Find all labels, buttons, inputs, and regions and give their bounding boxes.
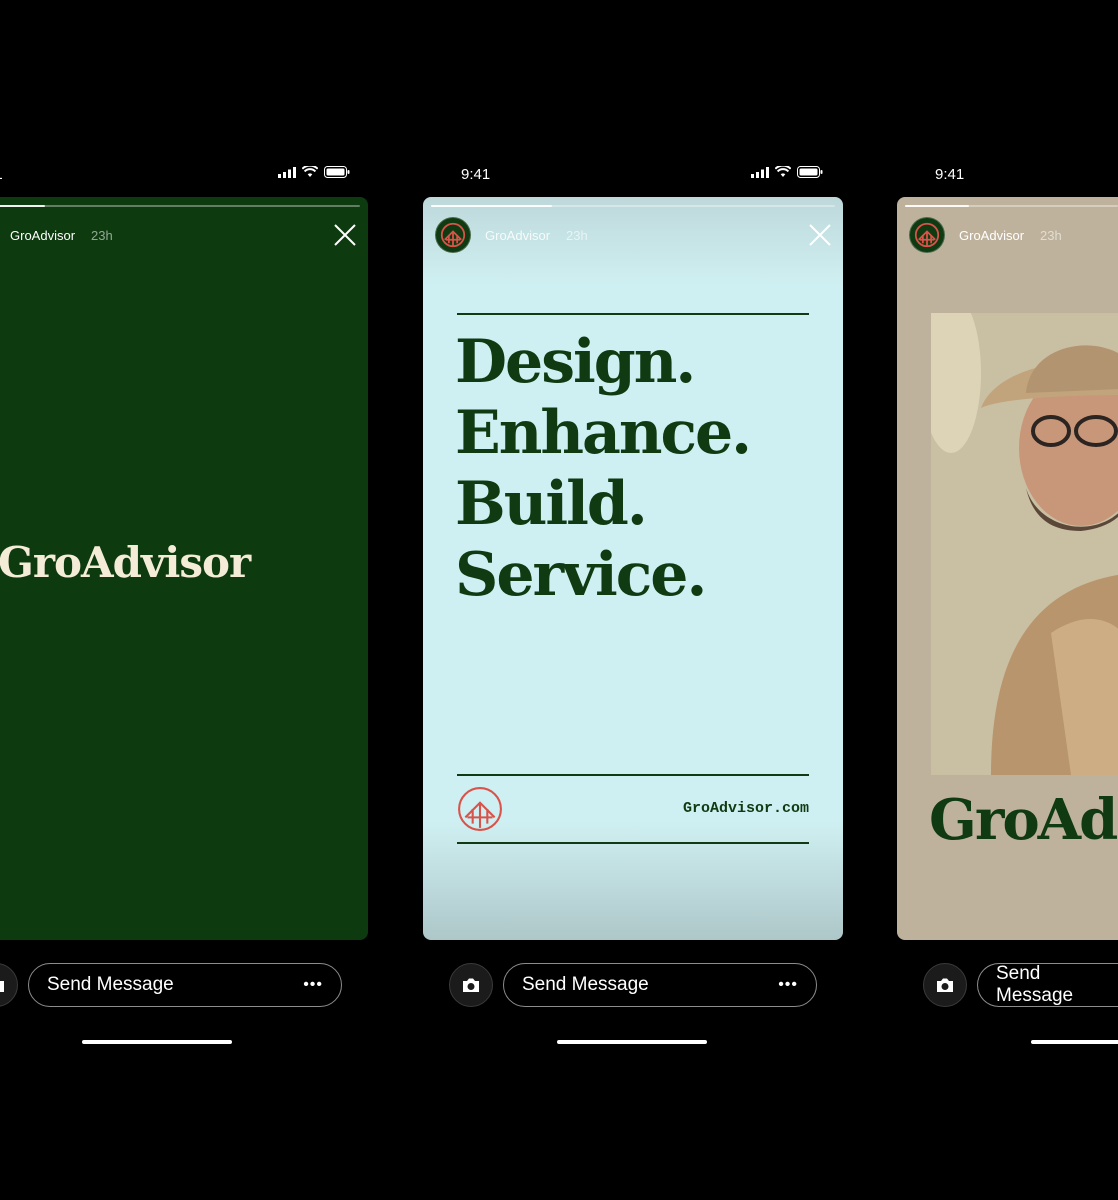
story-progress-fill (905, 205, 969, 207)
send-message-input[interactable]: Send Message ••• (503, 963, 817, 1007)
story-card[interactable]: GroAdvisor 23h GroAdvisor (0, 197, 368, 940)
portrait-photo (931, 313, 1118, 775)
cellular-signal-icon (751, 166, 769, 178)
send-message-placeholder: Send Message (522, 974, 649, 995)
headline-line: Enhance. (455, 398, 752, 468)
status-time: 9:41 (461, 166, 491, 183)
battery-icon (324, 166, 350, 178)
timestamp: 23h (91, 227, 113, 243)
website-url[interactable]: GroAdvisor.com (683, 800, 809, 817)
story-header: GroAdvisor 23h (0, 215, 358, 255)
brand-lockup: GroAdvisor (0, 538, 251, 587)
groadvisor-logo-icon (458, 787, 502, 831)
more-dots-icon[interactable]: ••• (778, 976, 798, 994)
story-header: GroAdvisor 23h (435, 215, 833, 255)
headline-line: Build. (455, 469, 648, 539)
story-progress-bar (431, 205, 835, 207)
story-card[interactable]: GroAdvisor 23h Design. Enhance. Build. S… (423, 197, 843, 940)
brand-wordmark: GroAd (929, 787, 1118, 853)
cellular-signal-icon (278, 166, 296, 178)
status-icons (751, 166, 823, 178)
headline: Design. Enhance. Build. Service. (455, 327, 752, 611)
portrait-illustration (931, 313, 1118, 775)
groadvisor-logo-icon (914, 222, 940, 248)
status-time: 9:41 (935, 166, 965, 183)
home-indicator (82, 1040, 232, 1044)
camera-button[interactable] (449, 963, 493, 1007)
divider-top (457, 313, 809, 315)
divider-bottom (457, 842, 809, 844)
camera-icon (0, 981, 4, 992)
divider-middle (457, 774, 809, 776)
wifi-icon (302, 166, 318, 177)
more-dots-icon[interactable]: ••• (303, 976, 323, 994)
phone-3: 9:41 GroAdvisor 23h GroAd Send Message (897, 0, 1118, 1200)
message-bar: Send Message ••• (423, 963, 843, 1009)
story-progress-bar (0, 205, 360, 207)
groadvisor-logo-icon (440, 222, 466, 248)
avatar[interactable] (435, 217, 471, 253)
camera-icon (937, 978, 953, 992)
send-message-placeholder: Send Message (996, 963, 1074, 1006)
username[interactable]: GroAdvisor (10, 228, 75, 243)
status-time: 41 (0, 166, 3, 183)
camera-button[interactable] (923, 963, 967, 1007)
story-progress-bar (905, 205, 1118, 207)
send-message-input[interactable]: Send Message (977, 963, 1118, 1007)
send-message-input[interactable]: Send Message ••• (28, 963, 342, 1007)
close-icon[interactable] (332, 222, 358, 248)
camera-button[interactable] (0, 963, 18, 1007)
message-bar: Send Message ••• (0, 963, 368, 1009)
avatar[interactable] (909, 217, 945, 253)
status-icons (278, 166, 350, 178)
story-header: GroAdvisor 23h (909, 215, 1108, 255)
timestamp: 23h (566, 227, 588, 243)
close-icon[interactable] (807, 222, 833, 248)
headline-line: Design. (455, 327, 696, 397)
phone-1: 41 GroAdvisor 23h GroAdvisor Send Messag… (0, 0, 368, 1200)
username[interactable]: GroAdvisor (485, 228, 550, 243)
home-indicator (557, 1040, 707, 1044)
home-indicator (1031, 1040, 1118, 1044)
send-message-placeholder: Send Message (47, 974, 174, 995)
headline-line: Service. (455, 540, 707, 610)
story-progress-fill (0, 205, 45, 207)
username[interactable]: GroAdvisor (959, 228, 1024, 243)
message-bar: Send Message (897, 963, 1118, 1009)
battery-icon (797, 166, 823, 178)
camera-icon (463, 978, 479, 992)
brand-wordmark: GroAdvisor (0, 538, 251, 587)
timestamp: 23h (1040, 227, 1062, 243)
wifi-icon (775, 166, 791, 177)
story-card[interactable]: GroAdvisor 23h GroAd (897, 197, 1118, 940)
story-progress-fill (431, 205, 553, 207)
phone-2: 9:41 GroAdvisor 23h Design. Enhance. Bui… (423, 0, 843, 1200)
